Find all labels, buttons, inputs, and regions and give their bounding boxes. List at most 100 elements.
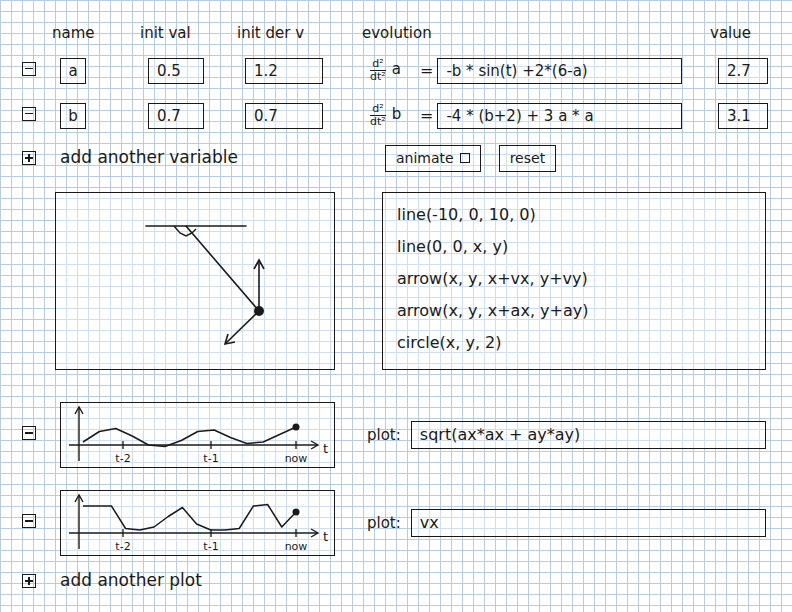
add-plot-label[interactable]: add another plot	[60, 568, 202, 594]
column-header: nameinit valinit der vevolutionvalue	[22, 18, 772, 48]
toggle-cell	[22, 59, 60, 83]
equals-sign: =	[420, 59, 433, 83]
script-line: arrow(x, y, x+ax, y+ay)	[397, 295, 751, 327]
derivative-num: d²	[370, 103, 385, 116]
header-cell: init der v	[245, 22, 370, 45]
animate-button[interactable]: animate	[385, 145, 481, 172]
animate-checkbox[interactable]	[460, 153, 470, 163]
name-cell: a	[60, 58, 148, 84]
scene-section: line(-10, 0, 10, 0)line(0, 0, x, y)arrow…	[22, 192, 772, 370]
header-cell: evolution	[370, 22, 718, 45]
equals-sign: =	[420, 104, 433, 128]
equation-lhs: d²dt² a	[370, 58, 416, 82]
variable-row: b 0.7 0.7 d²dt² b =-4 * (b+2) + 3 a * a 3.1	[22, 93, 772, 138]
init-val-cell: 0.7	[148, 103, 245, 129]
add-plot: add another plot	[22, 568, 772, 594]
pendulum-bob	[254, 306, 264, 316]
name-field[interactable]: b	[60, 103, 86, 129]
value-display: 2.7	[718, 58, 768, 84]
add-variable: add another variable	[22, 145, 382, 171]
remove-icon[interactable]	[22, 426, 36, 440]
header-label: evolution	[362, 24, 432, 42]
controls-row: add another variable animate reset	[22, 138, 772, 178]
y-axis	[78, 496, 79, 549]
tick-mark	[122, 441, 123, 449]
plot-label: plot:	[367, 512, 401, 535]
expression-field[interactable]: -4 * (b+2) + 3 a * a	[437, 103, 682, 129]
ground-line	[146, 225, 246, 227]
init-val-field[interactable]: 0.7	[148, 103, 204, 129]
pendulum-drawing	[56, 193, 333, 368]
derivative-den: dt²	[370, 71, 386, 83]
tick-mark	[122, 529, 123, 537]
plot-row: t-2 t-1 now t plot: vx	[22, 490, 772, 556]
now-marker	[293, 509, 300, 516]
plot-expression: plot: vx	[335, 509, 772, 537]
series-line	[83, 427, 296, 447]
variable-row: a 0.5 1.2 d²dt² a =-b * sin(t) +2*(6-a) 2.7	[22, 48, 772, 93]
variable-name: a	[392, 60, 401, 78]
evolution-cell: d²dt² b =-4 * (b+2) + 3 a * a	[370, 103, 718, 129]
toggle-cell	[22, 511, 60, 535]
axis-label: t	[323, 529, 328, 544]
pendulum-rod	[186, 226, 259, 311]
remove-icon[interactable]	[22, 514, 36, 528]
series-line	[83, 505, 296, 531]
script-line: arrow(x, y, x+vx, y+vy)	[397, 263, 751, 295]
button-group: animate reset	[382, 145, 772, 172]
arrowhead	[225, 334, 235, 344]
init-der-field[interactable]: 0.7	[245, 103, 323, 129]
arrowhead	[311, 529, 318, 537]
drawing-script[interactable]: line(-10, 0, 10, 0)line(0, 0, x, y)arrow…	[382, 192, 766, 370]
header-label: value	[710, 24, 751, 42]
add-icon[interactable]	[22, 574, 36, 588]
remove-icon[interactable]	[22, 62, 36, 76]
arrowhead	[75, 407, 83, 414]
header-cell: init val	[148, 22, 245, 45]
name-cell: b	[60, 103, 148, 129]
tick-label: t-1	[203, 540, 218, 553]
tick-label: now	[285, 540, 308, 553]
derivative-den: dt²	[370, 116, 386, 128]
simulator-page: nameinit valinit der vevolutionvaluea0.5…	[0, 0, 792, 594]
reset-button[interactable]: reset	[499, 145, 556, 172]
animation-canvas	[55, 192, 335, 370]
init-val-cell: 0.5	[148, 58, 245, 84]
evolution-cell: d²dt² a =-b * sin(t) +2*(6-a)	[370, 58, 718, 84]
expression-field[interactable]: -b * sin(t) +2*(6-a)	[437, 58, 682, 84]
acceleration-arrow	[226, 311, 259, 343]
velocity-arrow	[258, 261, 260, 311]
equation-variable: b	[392, 103, 402, 127]
tick-mark	[295, 441, 296, 449]
plot-expression: plot:sqrt(ax*ax + ay*ay)	[335, 421, 772, 449]
value-cell: 2.7	[718, 58, 774, 84]
toggle-cell	[22, 104, 60, 128]
plot-chart: t-2t-1nowt	[60, 402, 335, 468]
equation-variable: a	[392, 58, 401, 82]
chart-svg: t-2 t-1 now t	[61, 491, 333, 554]
add-variable-label[interactable]: add another variable	[60, 145, 238, 171]
plot-expression-field[interactable]: vx	[411, 509, 766, 537]
value-display: 3.1	[718, 103, 768, 129]
x-axis	[69, 532, 317, 533]
tick-label: t-2	[115, 540, 130, 553]
x-axis	[69, 444, 317, 445]
add-icon[interactable]	[22, 151, 36, 165]
variable-name: b	[392, 105, 402, 123]
header-cell: value	[718, 22, 774, 45]
value-cell: 3.1	[718, 103, 774, 129]
now-marker	[293, 424, 300, 431]
equation-lhs: d²dt² b	[370, 103, 416, 127]
header-label: init der v	[237, 24, 304, 42]
header-label: name	[52, 24, 95, 42]
plot-expression-field[interactable]: sqrt(ax*ax + ay*ay)	[411, 421, 766, 449]
name-field[interactable]: a	[60, 58, 86, 84]
derivative-operator: d²dt²	[370, 58, 386, 82]
y-axis	[78, 408, 79, 461]
tick-label: now	[285, 452, 308, 465]
init-der-field[interactable]: 1.2	[245, 58, 323, 84]
init-val-field[interactable]: 0.5	[148, 58, 204, 84]
animate-label: animate	[396, 148, 454, 169]
plot-chart: t-2 t-1 now t	[60, 490, 335, 556]
remove-icon[interactable]	[22, 107, 36, 121]
